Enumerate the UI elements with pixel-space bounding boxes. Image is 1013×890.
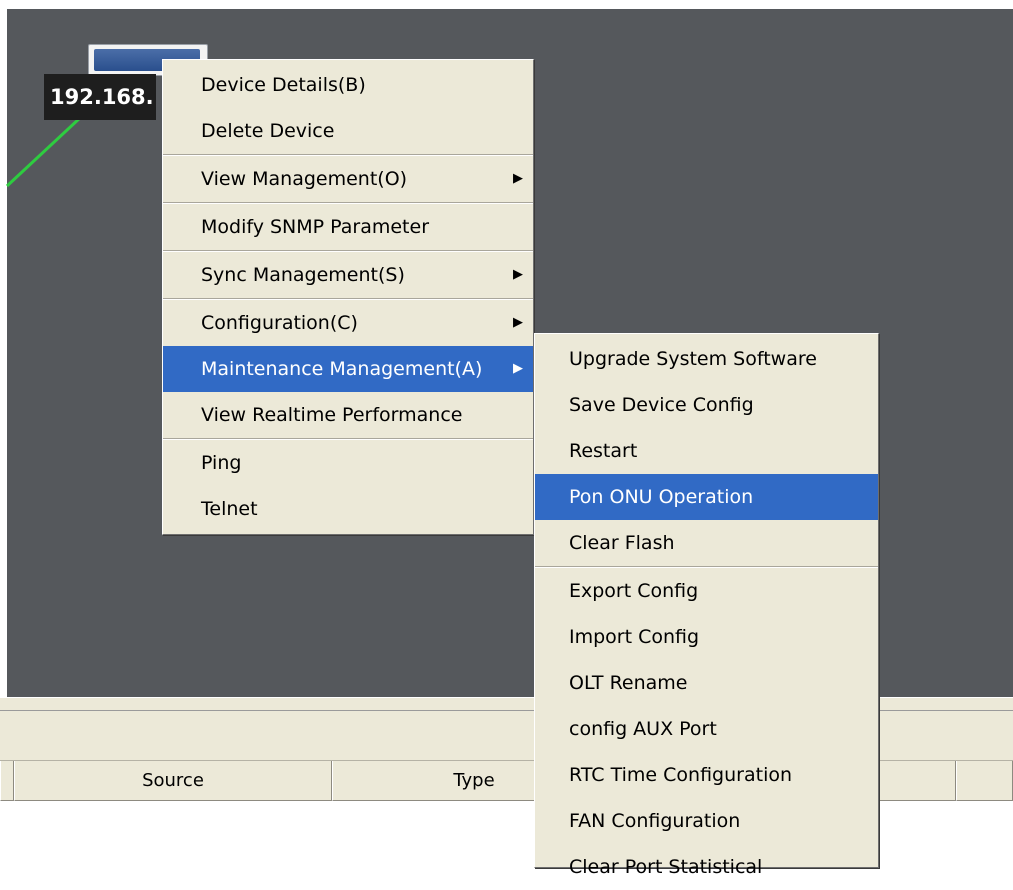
menu-item-label: Delete Device <box>201 120 335 142</box>
menu-item-label: Telnet <box>201 498 258 520</box>
submenu-item-rtc-time-configuration[interactable]: RTC Time Configuration <box>535 752 878 798</box>
menu-item-label: FAN Configuration <box>569 810 741 832</box>
menu-item-label: Clear Flash <box>569 532 675 554</box>
menu-item-view-realtime-performance[interactable]: View Realtime Performance <box>163 392 533 438</box>
menu-item-label: OLT Rename <box>569 672 688 694</box>
menu-item-label: Pon ONU Operation <box>569 486 754 508</box>
submenu-item-clear-flash[interactable]: Clear Flash <box>535 520 878 566</box>
submenu-item-upgrade-system-software[interactable]: Upgrade System Software <box>535 336 878 382</box>
menu-item-maintenance-management[interactable]: Maintenance Management(A) ▶ <box>163 346 533 392</box>
menu-item-label: View Realtime Performance <box>201 404 463 426</box>
device-context-menu: Device Details(B) Delete Device View Man… <box>162 59 534 535</box>
menu-item-label: Restart <box>569 440 638 462</box>
column-header-blank[interactable] <box>0 761 14 801</box>
menu-item-label: Device Details(B) <box>201 74 366 96</box>
menu-item-ping[interactable]: Ping <box>163 440 533 486</box>
submenu-item-export-config[interactable]: Export Config <box>535 568 878 614</box>
menu-item-label: Export Config <box>569 580 699 602</box>
triangle-right-icon: ▶ <box>513 171 523 186</box>
submenu-item-fan-configuration[interactable]: FAN Configuration <box>535 798 878 844</box>
triangle-right-icon: ▶ <box>513 315 523 330</box>
menu-item-label: Upgrade System Software <box>569 348 817 370</box>
menu-item-device-details[interactable]: Device Details(B) <box>163 62 533 108</box>
menu-item-label: RTC Time Configuration <box>569 764 793 786</box>
triangle-right-icon: ▶ <box>513 361 523 376</box>
column-header-blank-3[interactable] <box>956 761 1013 801</box>
menu-item-label: Clear Port Statistical <box>569 856 763 878</box>
menu-item-sync-management[interactable]: Sync Management(S) ▶ <box>163 252 533 298</box>
menu-item-telnet[interactable]: Telnet <box>163 486 533 532</box>
menu-item-delete-device[interactable]: Delete Device <box>163 108 533 154</box>
menu-item-label: Ping <box>201 452 242 474</box>
triangle-right-icon: ▶ <box>513 267 523 282</box>
menu-item-configuration[interactable]: Configuration(C) ▶ <box>163 300 533 346</box>
submenu-item-config-aux-port[interactable]: config AUX Port <box>535 706 878 752</box>
menu-item-label: Sync Management(S) <box>201 264 405 286</box>
submenu-item-import-config[interactable]: Import Config <box>535 614 878 660</box>
submenu-item-restart[interactable]: Restart <box>535 428 878 474</box>
submenu-item-pon-onu-operation[interactable]: Pon ONU Operation <box>535 474 878 520</box>
submenu-item-olt-rename[interactable]: OLT Rename <box>535 660 878 706</box>
menu-item-label: View Management(O) <box>201 168 408 190</box>
column-header-source[interactable]: Source <box>14 761 332 801</box>
menu-item-label: Import Config <box>569 626 700 648</box>
menu-item-label: Modify SNMP Parameter <box>201 216 430 238</box>
menu-item-label: Save Device Config <box>569 394 754 416</box>
submenu-item-save-device-config[interactable]: Save Device Config <box>535 382 878 428</box>
submenu-item-clear-port-statistical[interactable]: Clear Port Statistical <box>535 844 878 890</box>
menu-item-label: config AUX Port <box>569 718 717 740</box>
menu-item-label: Maintenance Management(A) <box>201 358 483 380</box>
menu-item-label: Configuration(C) <box>201 312 358 334</box>
menu-item-view-management[interactable]: View Management(O) ▶ <box>163 156 533 202</box>
device-ip-label: 192.168. <box>44 74 156 120</box>
maintenance-submenu: Upgrade System Software Save Device Conf… <box>534 333 879 878</box>
menu-item-modify-snmp[interactable]: Modify SNMP Parameter <box>163 204 533 250</box>
